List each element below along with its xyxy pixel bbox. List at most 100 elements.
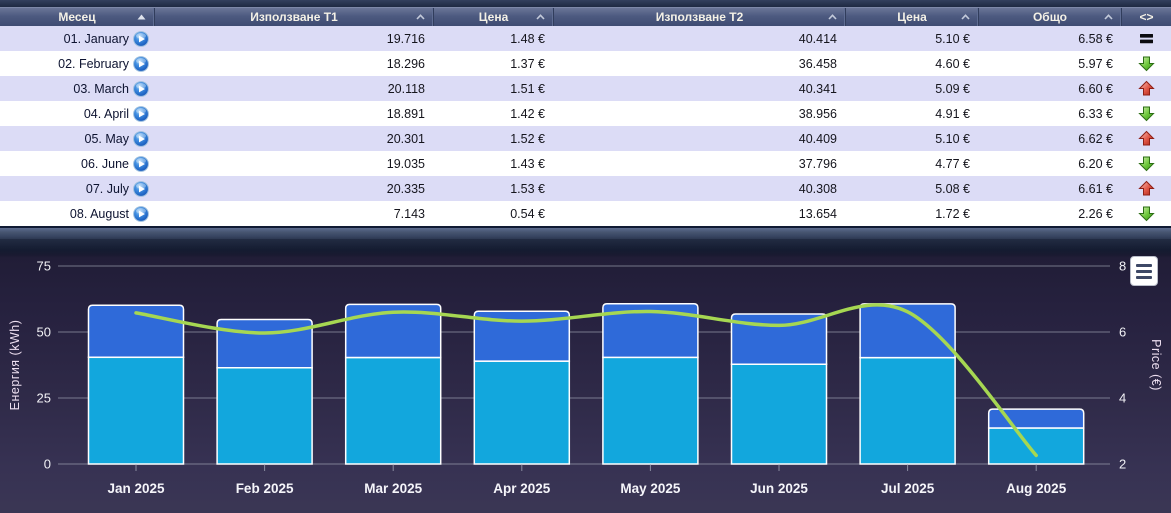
right-tick-label: 6 <box>1119 325 1126 340</box>
column-header-label: Използване Т1 <box>250 10 338 24</box>
play-icon[interactable] <box>133 106 149 122</box>
price-t2-value: 5.10 € <box>935 132 970 146</box>
left-tick-label: 0 <box>44 457 51 472</box>
x-axis-label: Jan 2025 <box>107 481 165 496</box>
trend-cell <box>1122 30 1171 47</box>
price-t2-cell: 4.91 € <box>846 107 979 121</box>
total-cell: 5.97 € <box>979 57 1122 71</box>
column-header-month[interactable]: Месец <box>0 8 155 26</box>
bar-segment-t2 <box>603 357 698 464</box>
left-axis-label: Енергия (kWh) <box>8 320 22 411</box>
price-t2-value: 5.08 € <box>935 182 970 196</box>
month-value: 03. March <box>73 82 129 96</box>
left-tick-label: 50 <box>37 325 51 340</box>
month-cell: 07. July <box>0 181 155 197</box>
price-t1-value: 1.53 € <box>510 182 545 196</box>
month-value: 02. February <box>58 57 129 71</box>
usage-t1-value: 20.335 <box>387 182 425 196</box>
usage-t2-value: 13.654 <box>799 207 837 221</box>
usage-t1-value: 20.301 <box>387 132 425 146</box>
bar-segment-t1 <box>217 319 312 367</box>
x-axis-label: Aug 2025 <box>1006 481 1067 496</box>
trend-cell <box>1122 155 1171 172</box>
trend-up-icon <box>1138 80 1155 97</box>
table-row: 04. April18.8911.42 €38.9564.91 €6.33 € <box>0 101 1171 126</box>
bar-segment-t2 <box>217 368 312 464</box>
x-axis-label: Feb 2025 <box>236 481 294 496</box>
x-axis-label: Mar 2025 <box>364 481 422 496</box>
table-row: 02. February18.2961.37 €36.4584.60 €5.97… <box>0 51 1171 76</box>
bar-segment-t2 <box>474 361 569 464</box>
trend-cell <box>1122 80 1171 97</box>
play-icon[interactable] <box>133 156 149 172</box>
month-value: 01. January <box>64 32 129 46</box>
bar-segment-t2 <box>860 358 955 464</box>
price-t2-cell: 5.10 € <box>846 32 979 46</box>
total-value: 6.61 € <box>1078 182 1113 196</box>
column-header-usage_t2[interactable]: Използване Т2 <box>554 8 846 26</box>
usage-t2-value: 37.796 <box>799 157 837 171</box>
right-tick-label: 2 <box>1119 457 1126 472</box>
left-tick-label: 75 <box>37 259 51 274</box>
total-cell: 2.26 € <box>979 207 1122 221</box>
left-tick-label: 25 <box>37 391 51 406</box>
table-row: 05. May20.3011.52 €40.4095.10 €6.62 € <box>0 126 1171 151</box>
x-axis-label: May 2025 <box>620 481 681 496</box>
usage-t2-cell: 37.796 <box>554 157 846 171</box>
month-cell: 05. May <box>0 131 155 147</box>
column-header-trend[interactable]: <> <box>1122 8 1171 26</box>
column-header-price_t2[interactable]: Цена <box>846 8 979 26</box>
table-row: 08. August7.1430.54 €13.6541.72 €2.26 € <box>0 201 1171 226</box>
price-t2-cell: 4.60 € <box>846 57 979 71</box>
play-icon[interactable] <box>133 181 149 197</box>
bar-segment-t2 <box>346 357 441 464</box>
sort-asc-icon <box>137 14 146 20</box>
usage-t1-cell: 19.035 <box>155 157 434 171</box>
price-t2-cell: 1.72 € <box>846 207 979 221</box>
trend-cell <box>1122 130 1171 147</box>
column-header-label: <> <box>1139 10 1153 24</box>
price-t1-cell: 1.43 € <box>434 157 554 171</box>
play-icon[interactable] <box>133 206 149 222</box>
x-axis-label: Jul 2025 <box>881 481 935 496</box>
month-cell: 06. June <box>0 156 155 172</box>
play-icon[interactable] <box>133 31 149 47</box>
month-value: 07. July <box>86 182 129 196</box>
column-header-label: Цена <box>479 10 509 24</box>
table-chart-divider <box>0 226 1171 239</box>
month-value: 05. May <box>85 132 129 146</box>
month-cell: 03. March <box>0 81 155 97</box>
table-row: 03. March20.1181.51 €40.3415.09 €6.60 € <box>0 76 1171 101</box>
price-t2-value: 4.91 € <box>935 107 970 121</box>
play-icon[interactable] <box>133 81 149 97</box>
chart-menu-button[interactable] <box>1130 256 1158 286</box>
usage-t1-cell: 19.716 <box>155 32 434 46</box>
price-t1-value: 0.54 € <box>510 207 545 221</box>
table-header-row: Месец Използване Т1 Цена Използване Т2 Цена О… <box>0 7 1171 26</box>
column-header-label: Цена <box>897 10 927 24</box>
chart-canvas: 02254506758Енергия (kWh)Price (€)Jan 202… <box>0 239 1171 508</box>
play-icon[interactable] <box>133 56 149 72</box>
right-tick-label: 4 <box>1119 391 1126 406</box>
total-cell: 6.60 € <box>979 82 1122 96</box>
usage-t2-value: 38.956 <box>799 107 837 121</box>
price-t2-cell: 5.10 € <box>846 132 979 146</box>
total-cell: 6.20 € <box>979 157 1122 171</box>
price-t1-value: 1.43 € <box>510 157 545 171</box>
price-t2-value: 5.09 € <box>935 82 970 96</box>
month-cell: 02. February <box>0 56 155 72</box>
play-icon[interactable] <box>133 131 149 147</box>
column-header-label: Използване Т2 <box>656 10 744 24</box>
trend-down-icon <box>1138 205 1155 222</box>
column-header-usage_t1[interactable]: Използване Т1 <box>155 8 434 26</box>
bar-segment-t2 <box>989 428 1084 464</box>
column-header-total[interactable]: Общо <box>979 8 1122 26</box>
column-header-price_t1[interactable]: Цена <box>434 8 554 26</box>
trend-cell <box>1122 55 1171 72</box>
price-t1-cell: 1.42 € <box>434 107 554 121</box>
usage-t2-value: 36.458 <box>799 57 837 71</box>
usage-t1-cell: 18.891 <box>155 107 434 121</box>
total-cell: 6.61 € <box>979 182 1122 196</box>
price-t1-value: 1.42 € <box>510 107 545 121</box>
usage-t2-cell: 40.409 <box>554 132 846 146</box>
